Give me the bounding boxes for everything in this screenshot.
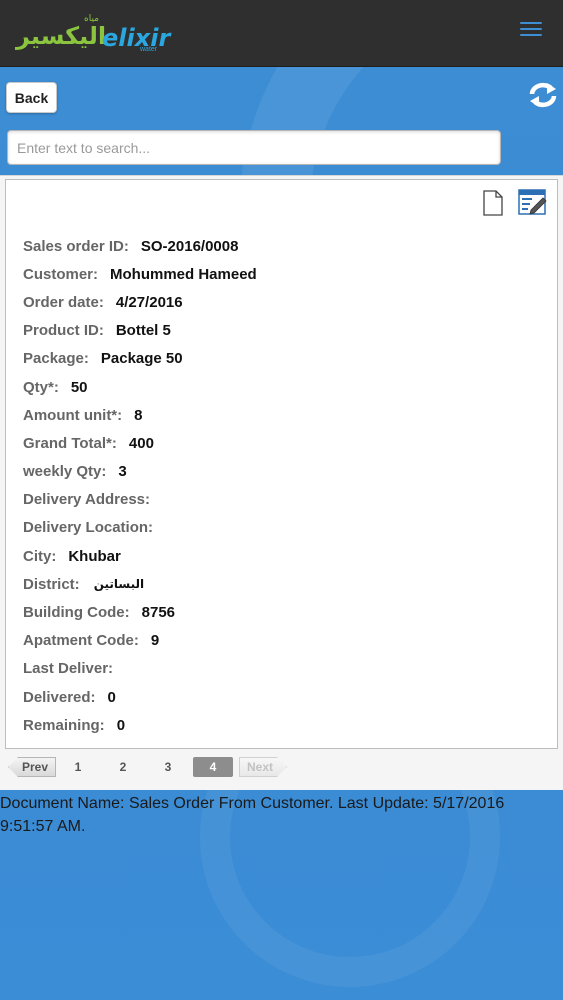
prev-page-button[interactable]: Prev xyxy=(8,757,56,777)
elixir-logo: مياه اليكسير elixir water xyxy=(14,12,170,54)
field-qty: Qty*: 50 xyxy=(23,378,88,396)
edit-form-icon[interactable] xyxy=(518,188,548,216)
document-info: Document Name: Sales Order From Customer… xyxy=(0,795,505,835)
field-apartment-code: Apatment Code: 9 xyxy=(23,632,160,650)
page-4-button[interactable]: 4 xyxy=(193,757,233,777)
field-product-id: Product ID: Bottel 5 xyxy=(23,322,171,340)
next-page-button[interactable]: Next xyxy=(239,757,287,777)
search-input[interactable] xyxy=(8,131,500,164)
field-customer: Customer: Mohummed Hameed xyxy=(23,265,257,283)
page-3-button[interactable]: 3 xyxy=(156,757,180,777)
record-card: Sales order ID: SO-2016/0008 Customer: M… xyxy=(5,179,558,749)
page-2-button[interactable]: 2 xyxy=(111,757,135,777)
logo-english: elixir xyxy=(102,24,171,52)
logo-sub: water xyxy=(140,46,158,53)
field-district: District: البساتين xyxy=(23,575,145,593)
document-icon[interactable] xyxy=(482,190,504,216)
field-last-deliver: Last Deliver: xyxy=(23,660,114,678)
record-panel: Sales order ID: SO-2016/0008 Customer: M… xyxy=(0,175,563,790)
back-button[interactable]: Back xyxy=(6,82,57,113)
field-delivery-address: Delivery Address: xyxy=(23,491,151,509)
page-1-button[interactable]: 1 xyxy=(66,757,90,777)
field-amount-unit: Amount unit*: 8 xyxy=(23,406,143,424)
field-remaining: Remaining: 0 xyxy=(23,716,126,734)
record-fields: Sales order ID: SO-2016/0008 Customer: M… xyxy=(23,232,257,739)
field-city: City: Khubar xyxy=(23,547,121,565)
hamburger-menu-icon[interactable] xyxy=(520,22,542,40)
field-order-date: Order date: 4/27/2016 xyxy=(23,293,183,311)
field-delivered: Delivered: 0 xyxy=(23,688,116,706)
pagination: Prev 1 2 3 4 Next xyxy=(4,755,559,779)
refresh-icon[interactable] xyxy=(528,82,558,108)
logo-arabic: اليكسير xyxy=(16,22,107,50)
field-delivery-location: Delivery Location: xyxy=(23,519,154,537)
field-weekly-qty: weekly Qty: 3 xyxy=(23,463,127,481)
field-building-code: Building Code: 8756 xyxy=(23,604,176,622)
field-package: Package: Package 50 xyxy=(23,350,183,368)
field-grand-total: Grand Total*: 400 xyxy=(23,434,154,452)
top-bar: مياه اليكسير elixir water xyxy=(0,0,563,67)
field-sales-order-id: Sales order ID: SO-2016/0008 xyxy=(23,237,239,255)
search-box xyxy=(7,130,501,165)
